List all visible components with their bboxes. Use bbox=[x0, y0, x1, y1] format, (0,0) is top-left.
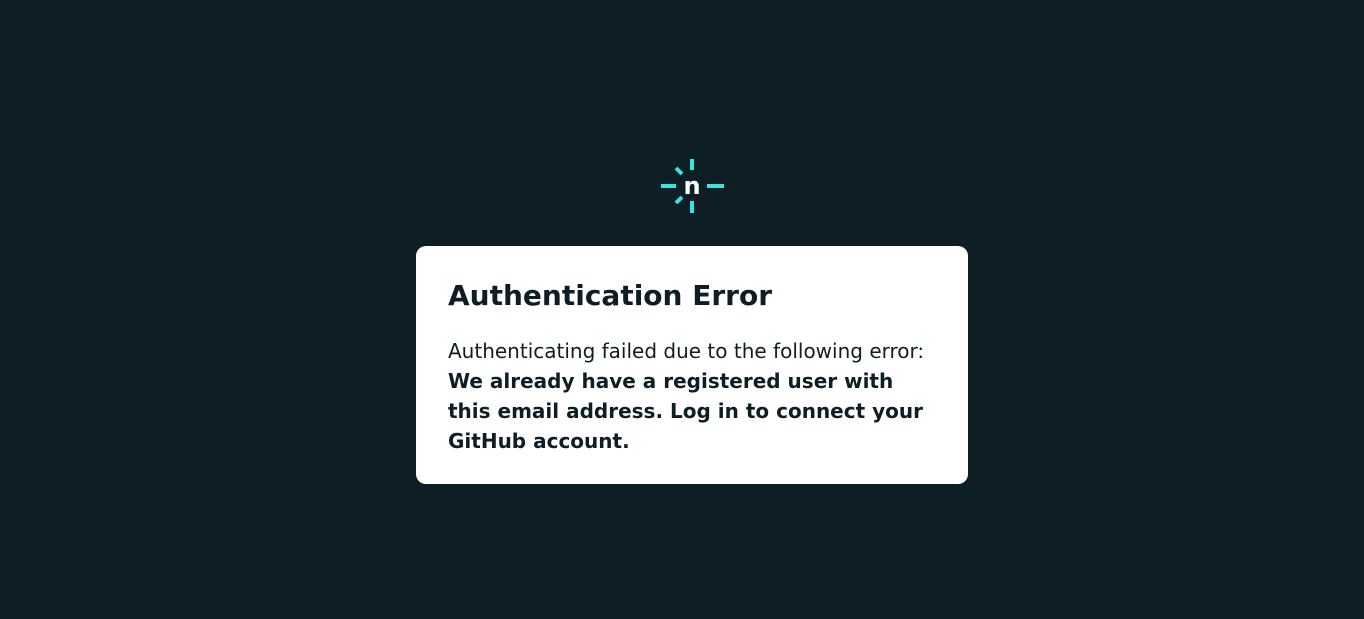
error-card: Authentication Error Authenticating fail… bbox=[416, 246, 968, 484]
error-message: We already have a registered user with t… bbox=[448, 369, 923, 453]
logo-ray-top bbox=[690, 159, 694, 170]
logo-letter: n bbox=[683, 172, 700, 200]
netlify-logo-icon: n bbox=[661, 159, 725, 215]
logo-ray-right bbox=[707, 184, 724, 188]
error-body: Authenticating failed due to the followi… bbox=[448, 336, 936, 456]
error-intro: Authenticating failed due to the followi… bbox=[448, 339, 925, 363]
logo-ray-bottom bbox=[690, 201, 694, 213]
logo-ray-upper-left bbox=[674, 166, 684, 176]
error-title: Authentication Error bbox=[448, 279, 773, 312]
logo-graphic: n bbox=[661, 159, 724, 213]
logo-ray-left bbox=[661, 184, 676, 188]
logo-ray-lower-left bbox=[674, 195, 684, 205]
